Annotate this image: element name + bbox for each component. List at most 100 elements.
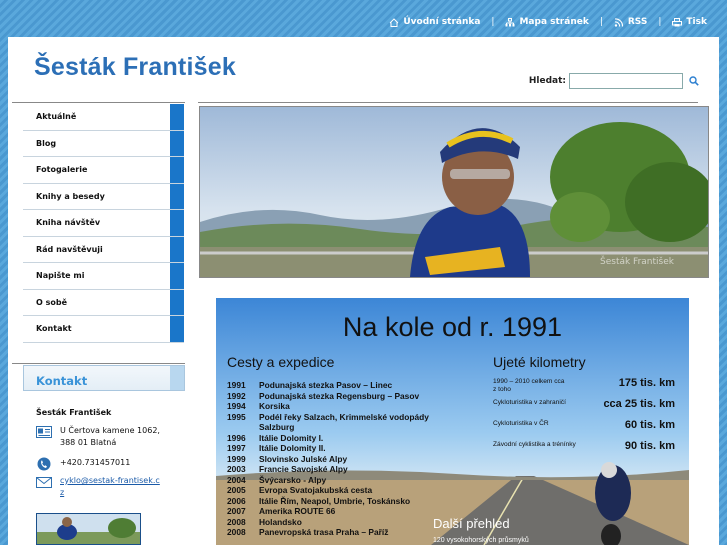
thumbnail-image <box>37 514 140 544</box>
menu-tab <box>170 210 184 236</box>
email-icon <box>36 477 52 488</box>
divider <box>12 363 185 364</box>
contact-tab <box>170 366 184 390</box>
trip-text: Panevropská trasa Praha – Paříž <box>259 527 389 537</box>
trip-text: Holandsko <box>259 516 302 527</box>
poster-image: Na kole od r. 1991 Cesty a expedice Ujet… <box>216 298 689 545</box>
divider <box>198 102 698 103</box>
menu-tab <box>170 104 184 130</box>
page-content: Šesták František Hledat: Aktuálně Blog F… <box>8 37 719 545</box>
km-value: 60 tis. km <box>624 419 675 431</box>
trip-row: 2004 Švýcarsko - Alpy <box>227 475 429 486</box>
sidebar-item-kniha-navstev[interactable]: Kniha návštěv <box>23 210 184 237</box>
menu-tab <box>170 316 184 342</box>
top-separator: | <box>658 17 662 27</box>
trip-year: 2005 <box>227 485 246 495</box>
trip-year: 1997 <box>227 443 246 453</box>
top-links: Úvodní stránka | Mapa stránek | RSS | Ti… <box>389 17 707 27</box>
home-link[interactable]: Úvodní stránka <box>389 17 480 27</box>
trip-year: 2006 <box>227 495 246 506</box>
trip-year: 1995 <box>227 411 246 422</box>
trip-row: Salzburg <box>227 422 429 433</box>
rss-link[interactable]: RSS <box>614 17 647 27</box>
top-separator: | <box>599 17 603 27</box>
trip-row: 1999 Slovinsko Julské Alpy <box>227 454 429 465</box>
sidebar-item-label: Kontakt <box>36 324 72 333</box>
trips-list: 1991 Podunajská stezka Pasov – Linec 1992… <box>227 380 429 538</box>
search-label: Hledat: <box>528 76 566 86</box>
trip-year: 1991 <box>227 380 246 390</box>
km-label: Cykloturistika v ČR <box>493 420 549 427</box>
trip-year: 1992 <box>227 390 246 401</box>
menu-tab <box>170 236 184 262</box>
sidebar-item-label: Napište mi <box>36 271 85 280</box>
email-line-1: cyklo@sestak-frantisek.c <box>60 476 160 485</box>
sitemap-link-label: Mapa stránek <box>519 17 589 27</box>
print-link[interactable]: Tisk <box>672 17 707 27</box>
sidebar-item-rad-navstevuji[interactable]: Rád navštěvuji <box>23 236 184 263</box>
trip-year: 1994 <box>227 401 246 411</box>
trip-text: Evropa Svatojakubská cesta <box>259 485 373 495</box>
header-banner-photo: Šesták František <box>199 106 709 278</box>
site-title[interactable]: Šesták František <box>34 53 236 82</box>
km-row: Cykloturistika v zahraničí cca 25 tis. km <box>493 398 675 420</box>
print-link-label: Tisk <box>686 17 707 27</box>
trip-text: Itálie Řím, Neapol, Umbrie, Toskánsko <box>259 495 411 506</box>
phone-icon <box>37 457 51 471</box>
sidebar-item-label: Blog <box>36 138 57 148</box>
print-icon <box>672 17 683 26</box>
sidebar-item-label: O sobě <box>36 297 67 307</box>
trip-row: 2008 Panevropská trasa Praha – Paříž <box>227 527 429 538</box>
menu-tab <box>170 157 184 183</box>
sidebar-item-kontakt[interactable]: Kontakt <box>23 316 184 343</box>
sidebar-item-napiste-mi[interactable]: Napište mi <box>23 263 184 290</box>
trip-row: 1995 Podél řeky Salzach, Krimmelské vodop… <box>227 412 429 423</box>
email-link[interactable]: cyklo@sestak-frantisek.c z <box>60 476 160 497</box>
km-value: cca 25 tis. km <box>603 398 675 410</box>
contact-phone: +420.731457011 <box>36 457 130 471</box>
search-icon[interactable] <box>689 76 699 86</box>
trip-text: Salzburg <box>259 422 295 432</box>
sidebar-menu: Aktuálně Blog Fotogalerie Knihy a besedy… <box>23 104 184 343</box>
sidebar-item-aktualne[interactable]: Aktuálně <box>23 104 184 131</box>
top-bar: Úvodní stránka | Mapa stránek | RSS | Ti… <box>0 0 727 36</box>
trip-year: 1996 <box>227 432 246 443</box>
sidebar-item-knihy-a-besedy[interactable]: Knihy a besedy <box>23 183 184 210</box>
trip-row: 2003 Francie Savojské Alpy <box>227 464 429 475</box>
cyclist-banner-image: Šesták František <box>200 107 708 277</box>
search-bar: Hledat: <box>529 73 699 89</box>
contact-email: cyklo@sestak-frantisek.c z <box>36 475 160 499</box>
top-separator: | <box>491 17 495 27</box>
address-line-2: 388 01 Blatná <box>60 438 117 447</box>
sidebar-item-label: Fotogalerie <box>36 165 88 174</box>
trip-text: Podunajská stezka Regensburg – Pasov <box>259 390 420 401</box>
contact-name: Šesták František <box>36 408 112 417</box>
menu-tab <box>170 183 184 209</box>
sidebar-item-label: Knihy a besedy <box>36 191 105 201</box>
trip-row: 1992 Podunajská stezka Regensburg – Pasov <box>227 391 429 402</box>
trip-text: Švýcarsko - Alpy <box>259 474 327 485</box>
email-line-2: z <box>60 488 65 497</box>
thumbnail-photo[interactable] <box>36 513 141 545</box>
sidebar-item-blog[interactable]: Blog <box>23 130 184 157</box>
sidebar-item-fotogalerie[interactable]: Fotogalerie <box>23 157 184 184</box>
trip-row: 1994 Korsika <box>227 401 429 412</box>
menu-tab <box>170 263 184 289</box>
poster-more-heading: Další přehled <box>433 516 510 531</box>
sitemap-link[interactable]: Mapa stránek <box>505 17 589 27</box>
trip-text: Podunajská stezka Pasov – Linec <box>259 380 393 390</box>
address-line-1: U Čertova kamene 1062, <box>60 426 160 435</box>
contact-address: U Čertova kamene 1062, 388 01 Blatná <box>36 425 160 449</box>
trip-text: Itálie Dolomity I. <box>259 432 324 443</box>
trip-text: Francie Savojské Alpy <box>259 464 348 474</box>
trip-year: 1999 <box>227 453 246 464</box>
sidebar-item-o-sobe[interactable]: O sobě <box>23 289 184 316</box>
trip-year: 2004 <box>227 474 246 485</box>
home-icon <box>390 17 399 27</box>
search-input[interactable] <box>569 73 683 89</box>
sidebar-item-label: Rád navštěvuji <box>36 244 103 254</box>
km-value: 175 tis. km <box>618 377 675 389</box>
trip-year: 2007 <box>227 506 246 516</box>
trip-year: 2008 <box>227 527 246 537</box>
trip-row: 1991 Podunajská stezka Pasov – Linec <box>227 380 429 391</box>
